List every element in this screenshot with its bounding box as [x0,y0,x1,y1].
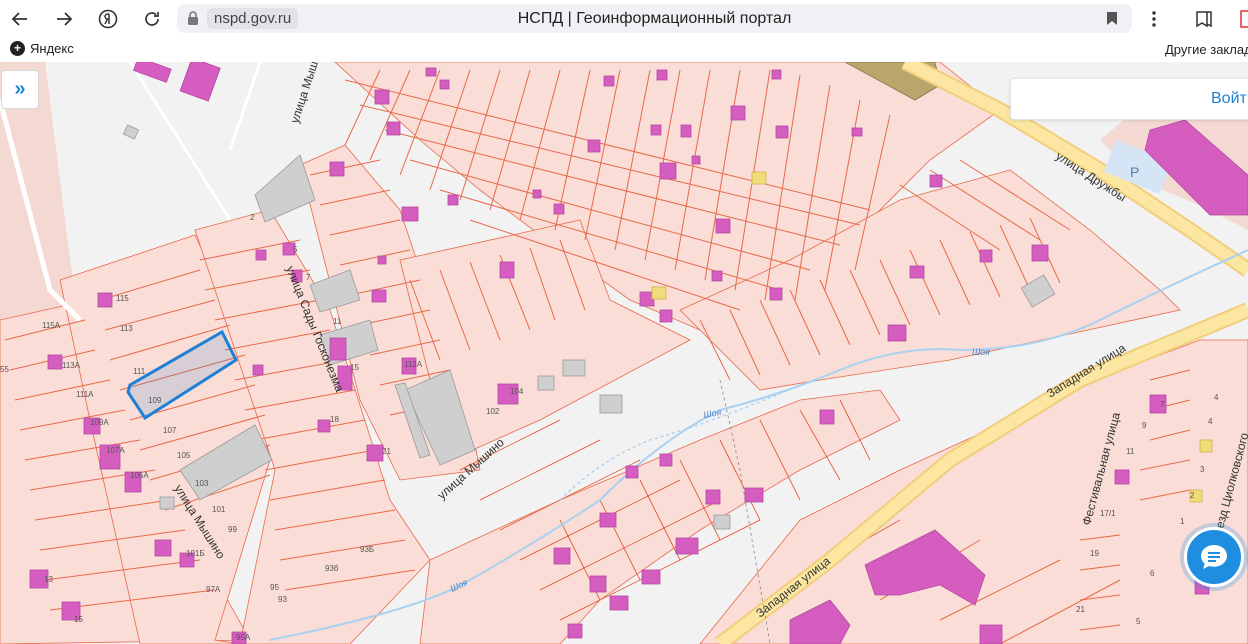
parcel-number: 15 [350,363,359,372]
browser-toolbar: nspd.gov.ru НСПД | Геоинформационный пор… [0,0,1248,38]
parcel-number: 21 [1076,605,1085,614]
parcel-number: 11 [1126,447,1135,456]
parcel-number: 101 [212,505,226,514]
parcel-number: 112А [404,360,423,369]
parcel-number: 97А [206,585,221,594]
map-view[interactable]: улица Мышино улица Сады Госконезма улица… [0,62,1248,644]
parcel-number: 113 [120,324,133,333]
parcel-number: 103 [195,479,209,488]
parcel-number: 115 [116,294,129,303]
reload-button[interactable] [138,5,166,33]
parcel-number: 4 [1214,393,1219,402]
parcel-number: 101Б [186,549,205,558]
bookmark-yandex[interactable]: + Яндекс [10,41,74,56]
parcel-number: 5 [1136,617,1141,626]
parcel-number: 3 [1200,465,1205,474]
parcel-number: 4 [1208,417,1213,426]
parcel-number: 21 [382,447,391,456]
pdf-icon [1240,10,1248,28]
parcel-number: 111А [76,390,94,399]
bookmark-icon[interactable] [1106,11,1118,26]
street-label: улица Мышино [288,62,328,125]
parking-label: P [1130,164,1139,180]
chat-button[interactable] [1184,527,1244,587]
parcel-number: 9 [1142,421,1147,430]
river-label: Шоя [972,347,990,357]
parcel-number: 17/1 [1100,509,1116,518]
parcel-number: 55 [0,365,9,374]
forward-button[interactable] [50,5,78,33]
parcel-number: 105А [130,471,149,480]
parcel-number: 99 [228,525,237,534]
login-button[interactable]: Войт [1211,90,1247,108]
lock-icon [188,11,198,25]
other-bookmarks-button[interactable]: Другие заклад [1165,42,1248,57]
parcel-number: 15 [74,615,83,624]
parcel-number: 107 [163,426,177,435]
parcel-number: 2 [1190,491,1195,500]
parcel-number: 13 [44,575,53,584]
parcel-number: 7 [1160,400,1165,409]
parcel-number: 18 [330,415,339,424]
parcel-number: 2 [250,213,255,222]
parcel-number: 1 [1180,517,1185,526]
parcel-number: 102 [486,407,500,416]
reload-icon [145,12,159,26]
extension-button[interactable] [1234,5,1248,33]
back-button[interactable] [6,5,34,33]
parcel-number: 7 [306,273,311,282]
url-text[interactable]: nspd.gov.ru [207,8,299,29]
collections-button[interactable] [1190,5,1218,33]
yandex-logo-icon [98,9,118,29]
bookmark-label: Яндекс [30,41,74,56]
yandex-icon: + [10,41,25,56]
page-title: НСПД | Геоинформационный портал [517,10,792,27]
double-chevron-right-icon: » [14,78,26,100]
parcel-number: 93б [325,564,339,573]
kebab-menu-icon [1152,11,1156,27]
parcel-number: 105 [177,451,191,460]
parcel-number: 11 [333,317,342,326]
login-panel: Войт [1010,78,1248,120]
bookmarks-bar: + Яндекс Другие заклад [0,38,1248,62]
chat-icon [1201,545,1227,569]
parcel-number: 107А [106,446,125,455]
arrow-left-icon [11,12,27,26]
parcel-number: 109А [90,418,109,427]
arrow-right-icon [57,12,73,26]
yandex-button[interactable] [94,5,122,33]
parcel-number: 93 [278,595,287,604]
parcel-number: 113А [62,361,81,370]
parcel-number: 104 [510,387,524,396]
parcel-number: 19 [1090,549,1099,558]
parcel-number: 5 [293,245,298,254]
parcel-number: 111 [133,367,146,376]
parcel-number: 95 [270,583,279,592]
parcel-number: 95А [236,633,251,642]
parcel-number: 6 [1150,569,1155,578]
parcel-number: 109 [148,396,162,405]
collections-icon [1196,11,1212,28]
parcel-number: 93Б [360,545,374,554]
address-bar[interactable]: nspd.gov.ru НСПД | Геоинформационный пор… [177,4,1132,33]
expand-panel-button[interactable]: » [1,70,39,109]
menu-button[interactable] [1140,5,1168,33]
parcel-number: 115А [42,321,61,330]
